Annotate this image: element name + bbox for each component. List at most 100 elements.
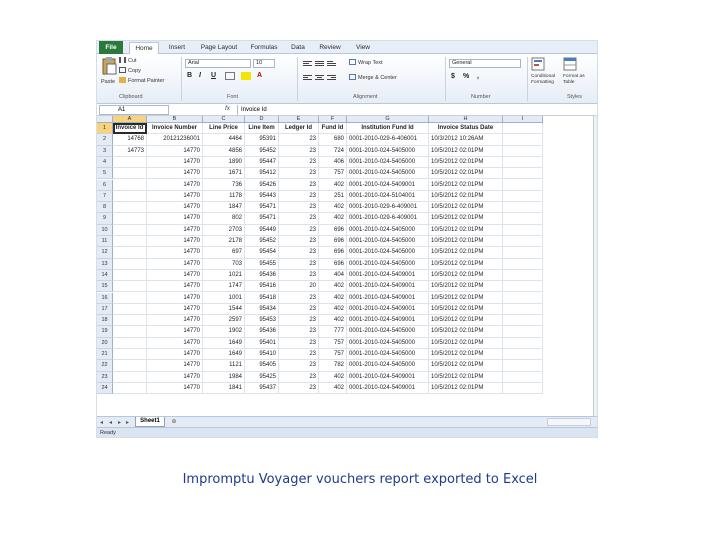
table-cell[interactable]: 23 [279, 371, 319, 383]
table-cell[interactable]: 402 [319, 371, 347, 383]
borders-icon[interactable] [225, 72, 235, 80]
table-cell[interactable]: 402 [319, 213, 347, 225]
table-cell[interactable] [503, 360, 543, 372]
table-cell[interactable]: 402 [319, 382, 347, 395]
row-header[interactable]: 14 [97, 269, 113, 282]
table-cell[interactable]: 23 [279, 315, 319, 327]
column-header[interactable]: F [319, 116, 347, 123]
column-header[interactable]: A [113, 116, 147, 123]
table-cell[interactable] [503, 236, 543, 248]
table-cell[interactable]: 1747 [203, 281, 245, 293]
table-cell[interactable]: 14770 [147, 179, 203, 191]
table-cell[interactable]: 0001-2010-024-5405000 [347, 360, 429, 372]
row-header[interactable]: 5 [97, 168, 113, 180]
tab-page-layout[interactable]: Page Layout [197, 42, 241, 54]
table-cell[interactable]: 10/5/2012 02:01PM [429, 315, 503, 327]
fill-color-icon[interactable] [241, 72, 251, 80]
table-cell[interactable]: 10/5/2012 02:01PM [429, 145, 503, 157]
table-cell[interactable]: 20121236001 [147, 134, 203, 146]
table-cell[interactable]: 14770 [147, 269, 203, 282]
table-cell[interactable]: 1649 [203, 337, 245, 349]
last-sheet-icon[interactable]: ▸ [126, 419, 129, 426]
format-as-table-button[interactable]: Format as Table [563, 57, 593, 86]
header-cell[interactable]: Invoice Id [113, 123, 147, 135]
table-cell[interactable]: 1890 [203, 156, 245, 169]
tab-formulas[interactable]: Formulas [247, 42, 281, 54]
table-cell[interactable]: 406 [319, 156, 347, 169]
wrap-text-button[interactable]: Wrap Text [349, 59, 383, 67]
table-cell[interactable]: 95471 [245, 213, 279, 225]
table-cell[interactable] [113, 315, 147, 327]
table-cell[interactable] [503, 269, 543, 282]
table-cell[interactable]: 1121 [203, 360, 245, 372]
table-cell[interactable]: 95436 [245, 326, 279, 338]
table-cell[interactable] [113, 258, 147, 270]
table-cell[interactable]: 14770 [147, 360, 203, 372]
table-cell[interactable]: 802 [203, 213, 245, 225]
table-cell[interactable] [503, 247, 543, 259]
table-cell[interactable] [503, 382, 543, 395]
table-cell[interactable]: 95434 [245, 303, 279, 316]
table-cell[interactable]: 14770 [147, 190, 203, 203]
table-cell[interactable]: 402 [319, 179, 347, 191]
table-cell[interactable]: 95412 [245, 168, 279, 180]
table-cell[interactable] [503, 168, 543, 180]
table-cell[interactable] [113, 337, 147, 349]
table-cell[interactable]: 0001-2010-029-6-409001 [347, 213, 429, 225]
horizontal-scrollbar[interactable] [547, 418, 591, 426]
header-cell[interactable]: Line Price [203, 123, 245, 135]
table-cell[interactable]: 0001-2010-024-5405000 [347, 236, 429, 248]
table-cell[interactable] [503, 337, 543, 349]
name-box[interactable]: A1 [99, 105, 169, 115]
table-cell[interactable]: 10/5/2012 02:01PM [429, 202, 503, 214]
table-cell[interactable]: 23 [279, 156, 319, 169]
table-cell[interactable] [503, 371, 543, 383]
row-header[interactable]: 21 [97, 349, 113, 361]
table-cell[interactable]: 10/5/2012 02:01PM [429, 281, 503, 293]
row-header[interactable]: 15 [97, 281, 113, 293]
header-cell[interactable]: Line Item [245, 123, 279, 135]
table-cell[interactable]: 2703 [203, 224, 245, 236]
table-cell[interactable]: 95401 [245, 337, 279, 349]
row-header[interactable]: 9 [97, 213, 113, 225]
table-cell[interactable]: 0001-2010-024-5405000 [347, 168, 429, 180]
table-cell[interactable]: 10/5/2012 02:01PM [429, 179, 503, 191]
table-cell[interactable]: 95452 [245, 236, 279, 248]
table-cell[interactable] [503, 145, 543, 157]
table-cell[interactable] [503, 258, 543, 270]
table-cell[interactable]: 95447 [245, 156, 279, 169]
table-cell[interactable]: 402 [319, 303, 347, 316]
table-cell[interactable]: 703 [203, 258, 245, 270]
table-cell[interactable]: 23 [279, 224, 319, 236]
align-top-icon[interactable] [303, 60, 312, 68]
table-cell[interactable]: 251 [319, 190, 347, 203]
table-cell[interactable] [113, 156, 147, 169]
table-cell[interactable]: 1841 [203, 382, 245, 395]
table-cell[interactable]: 23 [279, 382, 319, 395]
tab-file[interactable]: File [99, 41, 123, 54]
align-left-icon[interactable] [303, 74, 312, 82]
align-center-icon[interactable] [315, 74, 324, 82]
table-cell[interactable] [503, 156, 543, 169]
table-cell[interactable] [113, 371, 147, 383]
table-cell[interactable]: 10/5/2012 02:01PM [429, 360, 503, 372]
row-header[interactable]: 1 [97, 123, 113, 135]
table-cell[interactable]: 23 [279, 134, 319, 146]
table-cell[interactable]: 23 [279, 292, 319, 304]
table-cell[interactable]: 0001-2010-024-5409001 [347, 281, 429, 293]
table-cell[interactable]: 0001-2010-024-5409001 [347, 179, 429, 191]
select-all-corner[interactable] [97, 116, 113, 123]
table-cell[interactable] [503, 134, 543, 146]
table-cell[interactable] [113, 213, 147, 225]
table-cell[interactable]: 10/5/2012 02:01PM [429, 326, 503, 338]
table-cell[interactable] [113, 349, 147, 361]
table-cell[interactable]: 14770 [147, 156, 203, 169]
table-cell[interactable] [503, 349, 543, 361]
table-cell[interactable]: 95454 [245, 247, 279, 259]
table-cell[interactable]: 0001-2010-024-5405000 [347, 337, 429, 349]
table-cell[interactable] [503, 202, 543, 214]
table-cell[interactable]: 1902 [203, 326, 245, 338]
table-cell[interactable]: 23 [279, 269, 319, 282]
font-name-dropdown[interactable]: Arial [185, 59, 251, 68]
table-cell[interactable]: 14770 [147, 213, 203, 225]
